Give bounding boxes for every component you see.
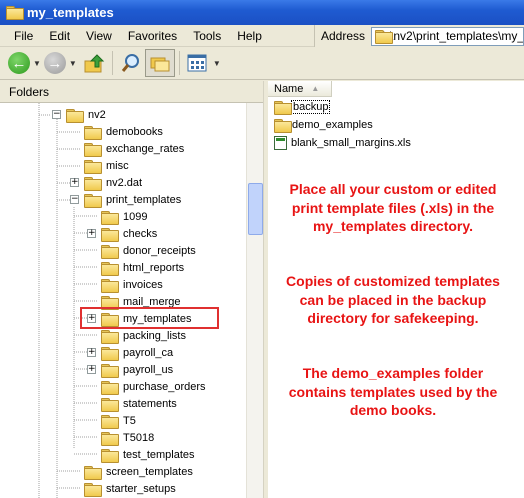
tree-item-screen-templates[interactable]: screen_templates [84, 463, 193, 480]
folder-icon [101, 278, 119, 293]
folder-icon [101, 210, 119, 225]
views-dropdown-icon[interactable]: ▼ [213, 59, 221, 68]
views-button[interactable] [184, 49, 210, 77]
folder-icon [84, 125, 102, 140]
tree-item-t5[interactable]: T5 [101, 412, 136, 429]
menu-view[interactable]: View [78, 26, 120, 46]
folder-icon [84, 193, 102, 208]
folder-icon [84, 142, 102, 157]
tree-scrollbar[interactable] [246, 103, 263, 498]
folder-icon [84, 176, 102, 191]
folder-icon [101, 227, 119, 242]
folder-icon [66, 108, 84, 123]
menu-edit[interactable]: Edit [41, 26, 78, 46]
tree-item-invoices[interactable]: invoices [101, 276, 163, 293]
folders-pane-header: Folders [0, 81, 263, 103]
toolbar-separator [178, 51, 180, 75]
expand-toggle[interactable]: + [87, 348, 96, 357]
expand-toggle[interactable]: + [87, 365, 96, 374]
window-title: my_templates [27, 5, 114, 20]
tree-item-packing-lists[interactable]: packing_lists [101, 327, 186, 344]
file-row-backup[interactable]: backup [274, 99, 331, 115]
name-column-header[interactable]: Name ▲ [268, 81, 332, 97]
toolbar-separator [111, 51, 113, 75]
annotation-backup: Copies of customized templates can be pl… [286, 273, 500, 326]
address-value: C:\nv2\print_templates\my_t [378, 29, 524, 43]
up-folder-icon [84, 54, 105, 73]
folder-icon [101, 414, 119, 429]
folders-icon [150, 57, 170, 72]
folder-icon [101, 363, 119, 378]
folder-icon [6, 5, 24, 20]
expand-toggle[interactable]: + [87, 229, 96, 238]
menu-favorites[interactable]: Favorites [120, 26, 185, 46]
menu-tools[interactable]: Tools [185, 26, 229, 46]
tree-item-payroll-ca[interactable]: payroll_ca [101, 344, 173, 361]
tree-item-t5018[interactable]: T5018 [101, 429, 154, 446]
address-bar: Address C:\nv2\print_templates\my_t [314, 25, 524, 47]
sort-ascending-icon: ▲ [311, 84, 320, 93]
forward-arrow-icon: → [43, 52, 66, 74]
folder-icon [84, 482, 102, 497]
collapse-toggle[interactable]: − [70, 195, 79, 204]
search-button[interactable] [117, 49, 145, 77]
file-row-blank-small-margins[interactable]: blank_small_margins.xls [274, 135, 411, 151]
folder-icon [101, 448, 119, 463]
expand-toggle[interactable]: + [70, 178, 79, 187]
forward-button[interactable]: → [43, 49, 66, 77]
up-folder-button[interactable] [80, 49, 108, 77]
back-arrow-icon: ← [8, 52, 30, 74]
annotation-demo-examples: The demo_examples folder contains templa… [288, 365, 498, 418]
tree-item-exchange-rates[interactable]: exchange_rates [84, 140, 184, 157]
tree-item-1099[interactable]: 1099 [101, 208, 147, 225]
scrollbar-thumb[interactable] [248, 183, 263, 235]
views-icon [187, 54, 207, 72]
highlight-box [80, 307, 219, 329]
folder-icon [101, 295, 119, 310]
tree-item-starter-setups[interactable]: starter_setups [84, 480, 176, 497]
annotation-my-templates: Place all your custom or edited print te… [289, 181, 497, 234]
folder-icon [101, 261, 119, 276]
tree-item-misc[interactable]: misc [84, 157, 129, 174]
folder-icon [101, 329, 119, 344]
excel-file-icon [274, 136, 287, 150]
folder-icon [274, 119, 292, 133]
tree-item-nv2-dat[interactable]: nv2.dat [84, 174, 142, 191]
toolbar: ← ▼ → ▼ ▼ [0, 47, 524, 80]
title-bar: my_templates [0, 0, 524, 25]
address-input[interactable]: C:\nv2\print_templates\my_t [371, 26, 524, 46]
tree-item-donor-receipts[interactable]: donor_receipts [101, 242, 196, 259]
file-row-demo-examples[interactable]: demo_examples [274, 117, 373, 133]
folder-icon [84, 465, 102, 480]
back-button[interactable]: ← [8, 49, 30, 77]
forward-dropdown-icon[interactable]: ▼ [69, 59, 77, 68]
tree-item-test-templates[interactable]: test_templates [101, 446, 195, 463]
tree-item-demobooks[interactable]: demobooks [84, 123, 163, 140]
folder-icon [101, 244, 119, 259]
menu-file[interactable]: File [0, 26, 41, 46]
folder-icon [101, 346, 119, 361]
tree-item-statements[interactable]: statements [101, 395, 177, 412]
search-icon [121, 54, 139, 72]
menu-help[interactable]: Help [229, 26, 270, 46]
tree-item-print-templates[interactable]: print_templates [84, 191, 181, 208]
tree-item-html-reports[interactable]: html_reports [101, 259, 184, 276]
folder-icon [101, 380, 119, 395]
folder-icon [84, 159, 102, 174]
tree-item-checks[interactable]: checks [101, 225, 157, 242]
folders-button[interactable] [144, 49, 175, 77]
collapse-toggle[interactable]: − [52, 110, 61, 119]
tree-item-payroll-us[interactable]: payroll_us [101, 361, 173, 378]
address-label: Address [321, 29, 366, 43]
tree-item-purchase-orders[interactable]: purchase_orders [101, 378, 206, 395]
folder-icon [274, 101, 292, 115]
tree-item-nv2[interactable]: nv2 [66, 106, 106, 123]
folder-icon [101, 431, 119, 446]
folder-tree: − nv2 demobooks exchange_rates misc + nv… [0, 103, 246, 498]
folder-icon [101, 397, 119, 412]
back-dropdown-icon[interactable]: ▼ [33, 59, 41, 68]
folders-pane-title: Folders [9, 84, 50, 99]
